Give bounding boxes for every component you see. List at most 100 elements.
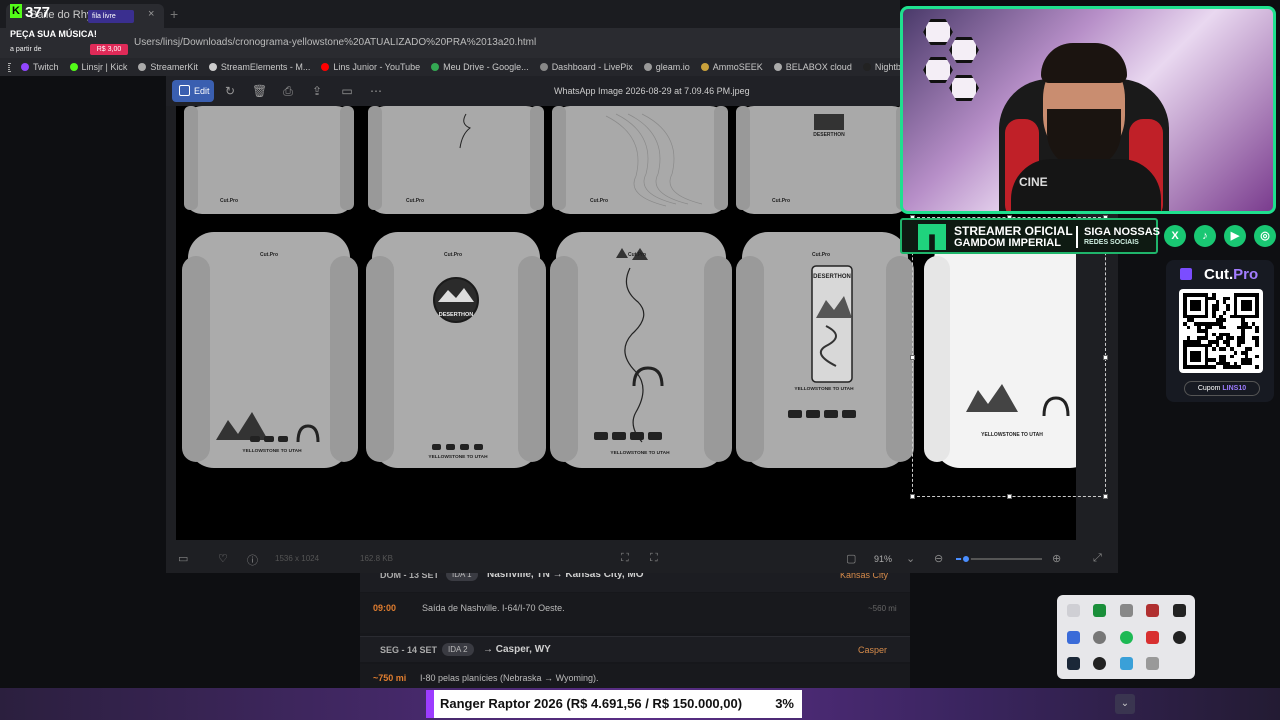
qr-module (1255, 354, 1259, 359)
kick-viewer-count: K 377 (10, 4, 50, 21)
svg-text:Cut.Pro: Cut.Pro (590, 198, 608, 204)
apps-grid-icon[interactable] (8, 62, 10, 72)
share-icon[interactable]: ⇪ (310, 84, 324, 98)
svg-text:Cut.Pro: Cut.Pro (220, 198, 238, 204)
bookmark-item[interactable]: StreamerKit (138, 62, 198, 72)
actual-size-icon[interactable]: ⛶ (650, 552, 658, 565)
shirt-logo: CINE (1019, 175, 1048, 189)
qr-module (1222, 325, 1227, 330)
hex-shelf (923, 57, 953, 83)
viewer-statusbar: ▭ ♡ ⓘ 1536 x 1024 162.8 KB ⛶ ⛶ ▢ 91% ⌄ ⊖… (166, 543, 1118, 573)
bookmark-label: Dashboard - LivePix (551, 62, 633, 72)
steam-icon[interactable] (1067, 657, 1080, 670)
tray-app-icon[interactable] (1067, 604, 1080, 617)
bookmark-item[interactable]: Lins Junior - YouTube (321, 62, 420, 72)
zoom-slider[interactable] (956, 554, 1042, 564)
resize-handle[interactable] (1007, 494, 1012, 499)
cutpro-name: Cut.Pro (1204, 266, 1258, 283)
bookmark-item[interactable]: Twitch (21, 62, 59, 72)
city-label: Casper (858, 645, 888, 655)
qr-module (1248, 325, 1252, 330)
kick-icon: K (10, 4, 22, 18)
filmstrip-icon[interactable]: ▭ (178, 552, 188, 565)
bookmark-item[interactable]: Meu Drive - Google... (431, 62, 529, 72)
bookmark-item[interactable]: AmmoSEEK (700, 62, 763, 72)
tray-app-icon[interactable] (1146, 631, 1159, 644)
resize-handle[interactable] (1103, 494, 1108, 499)
row-distance: ~560 mi (868, 604, 897, 613)
price-badge: R$ 3,00 (90, 44, 128, 55)
tray-app-icon[interactable] (1120, 657, 1133, 670)
tray-app-icon[interactable] (1093, 657, 1106, 670)
selection-box[interactable] (910, 215, 1108, 499)
nvidia-icon[interactable] (1093, 604, 1106, 617)
qr-module (1197, 307, 1202, 312)
fullscreen-icon[interactable]: ⤢ (1093, 552, 1102, 565)
resize-handle[interactable] (910, 494, 915, 499)
schedule-day-card[interactable]: SEG - 14 SET IDA 2 → Casper, WY Casper (360, 636, 910, 662)
route-label: → Casper, WY (483, 644, 551, 655)
rotate-icon[interactable]: ↻ (223, 84, 237, 98)
taskbar-chevron-icon[interactable]: ⌄ (1115, 694, 1135, 714)
tray-app-icon[interactable] (1093, 631, 1106, 644)
svg-text:Cut.Pro: Cut.Pro (444, 252, 462, 258)
goal-text: Ranger Raptor 2026 (R$ 4.691,56 / R$ 150… (440, 696, 743, 711)
cutpro-name-a: Cut. (1204, 266, 1234, 283)
resize-handle[interactable] (1103, 355, 1108, 360)
schedule-row: ~750 mi I-80 pelas planícies (Nebraska →… (360, 664, 910, 688)
row-description: Saída de Nashville. I-64/I-70 Oeste. (422, 603, 565, 613)
tray-app-icon[interactable] (1173, 631, 1186, 644)
image-filesize: 162.8 KB (360, 554, 393, 563)
qr-module (1230, 336, 1234, 341)
coupon-pill: Cupom LINS10 (1184, 381, 1260, 396)
bookmark-favicon-icon (862, 63, 871, 71)
bookmark-item[interactable]: StreamElements - M... (208, 62, 310, 72)
zoom-out-icon[interactable]: ⊖ (934, 552, 943, 565)
address-bar[interactable]: Users/linsj/Downloads/cronograma-yellows… (0, 28, 900, 58)
usb-icon[interactable] (1146, 657, 1159, 670)
bookmark-item[interactable]: Linsjr | Kick (69, 62, 127, 72)
pen-icon[interactable] (1067, 631, 1080, 644)
bookmarks-bar: Twitch Linsjr | Kick StreamerKit StreamElem… (0, 58, 900, 76)
schedule-panel: DOM - 13 SET IDA 1 Nashville, TN → Kansa… (360, 560, 910, 688)
kick-count-value: 377 (25, 4, 51, 21)
zoom-in-icon[interactable]: ⊕ (1052, 552, 1061, 565)
qr-module (1255, 329, 1259, 333)
image-title: WhatsApp Image 2026-08-29 at 7.09.46 PM.… (554, 86, 750, 96)
zoom-level[interactable]: 91% (874, 554, 892, 564)
qr-module (1204, 314, 1209, 319)
slideshow-icon[interactable]: ▭ (340, 84, 354, 98)
qr-module (1197, 358, 1202, 362)
print-icon[interactable]: ⎙ (281, 84, 295, 98)
spotify-icon[interactable] (1120, 631, 1133, 644)
day-label: SEG - 14 SET (380, 645, 438, 655)
banner-line4: REDES SOCIAIS (1084, 239, 1139, 246)
qr-module (1240, 340, 1245, 344)
new-tab-button[interactable]: + (170, 6, 178, 22)
zoom-slider-knob[interactable] (961, 554, 972, 564)
tray-app-icon[interactable] (1146, 604, 1159, 617)
bookmark-item[interactable]: gleam.io (643, 62, 690, 72)
resize-handle[interactable] (910, 355, 915, 360)
fit-window-icon[interactable]: ▢ (846, 552, 856, 565)
tray-app-icon[interactable] (1120, 604, 1133, 617)
qr-module (1226, 296, 1231, 301)
info-icon[interactable]: ⓘ (247, 552, 258, 568)
delete-icon[interactable]: 🗑 (252, 84, 267, 98)
tab-close-button[interactable]: × (148, 8, 154, 20)
bookmark-item[interactable]: BELABOX cloud (773, 62, 852, 72)
svg-text:Cut.Pro: Cut.Pro (812, 252, 830, 258)
more-icon[interactable]: ⋯ (369, 84, 383, 98)
favorite-icon[interactable]: ♡ (218, 552, 228, 565)
zoom-dropdown-icon[interactable]: ⌄ (906, 552, 915, 565)
edit-button[interactable]: Edit (172, 80, 214, 102)
cutpro-qr-panel: Cut.Pro Cupom LINS10 (1166, 260, 1274, 402)
qr-module (1222, 311, 1227, 315)
edit-icon (179, 85, 190, 96)
fit-icon[interactable]: ⛶ (621, 552, 629, 565)
bookmark-label: StreamerKit (150, 62, 198, 72)
tray-app-icon[interactable] (1173, 604, 1186, 617)
url-text[interactable]: Users/linsj/Downloads/cronograma-yellows… (134, 37, 536, 48)
bookmark-item[interactable]: Dashboard - LivePix (539, 62, 633, 72)
bookmark-item[interactable]: Nightbot - Comm... (862, 62, 900, 72)
